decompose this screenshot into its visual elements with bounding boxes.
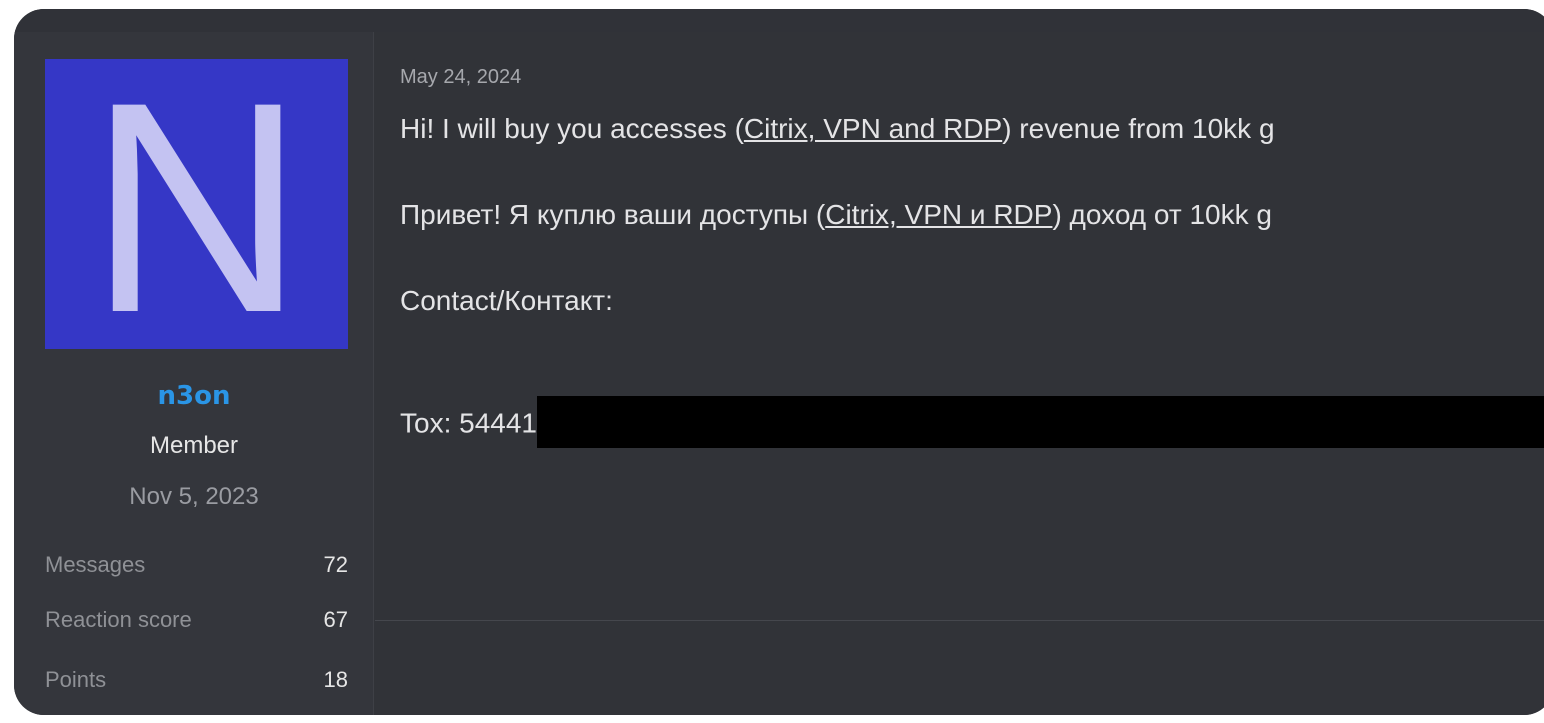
post-body: May 24, 2024 Hi! I will buy you accesses… xyxy=(375,32,1544,715)
stat-label: Points xyxy=(45,667,107,692)
contact-label: Contact/Контакт: xyxy=(400,285,613,316)
stat-value: 72 xyxy=(323,552,348,577)
message-text: Hi! I will buy you accesses ( xyxy=(400,113,744,144)
truncated-link[interactable]: g xyxy=(1259,113,1275,144)
top-bar xyxy=(14,9,1544,32)
tox-label: Tox: 54441 xyxy=(400,407,537,439)
user-title: Member xyxy=(149,432,239,459)
stat-row-points: Points 18 xyxy=(45,667,348,695)
post-frame: N n3on Member Nov 5, 2023 Messages 72 Re… xyxy=(14,9,1544,715)
redaction-block xyxy=(537,396,1544,448)
message-line-en: Hi! I will buy you accesses (Citrix, VPN… xyxy=(400,113,1275,145)
tox-line: Tox: 54441 xyxy=(400,396,1544,451)
message-text: Привет! Я куплю ваши доступы ( xyxy=(400,199,826,230)
stat-value: 18 xyxy=(323,667,348,692)
post-divider xyxy=(375,620,1544,621)
stat-row-messages: Messages 72 xyxy=(45,552,348,580)
stat-row-reaction-score: Reaction score 67 xyxy=(45,607,348,635)
post-date-link[interactable]: May 24, 2024 xyxy=(400,66,521,89)
truncated-link[interactable]: g xyxy=(1256,199,1272,230)
avatar[interactable]: N xyxy=(45,57,348,357)
message-text: ) revenue from 10kk xyxy=(1002,113,1259,144)
services-link[interactable]: Citrix, VPN и RDP xyxy=(825,199,1052,230)
message-line-ru: Привет! Я куплю ваши доступы (Citrix, VP… xyxy=(400,199,1272,231)
message-text: ) доход от 10kk xyxy=(1052,199,1257,230)
user-sidebar: N n3on Member Nov 5, 2023 Messages 72 Re… xyxy=(14,32,374,715)
services-link[interactable]: Citrix, VPN and RDP xyxy=(744,113,1002,144)
username-link[interactable]: n3on xyxy=(14,381,374,411)
avatar-letter: N xyxy=(88,39,305,375)
join-date: Nov 5, 2023 xyxy=(129,483,259,510)
stat-value: 67 xyxy=(323,607,348,632)
stat-label: Messages xyxy=(45,552,146,577)
stat-label: Reaction score xyxy=(45,607,192,632)
